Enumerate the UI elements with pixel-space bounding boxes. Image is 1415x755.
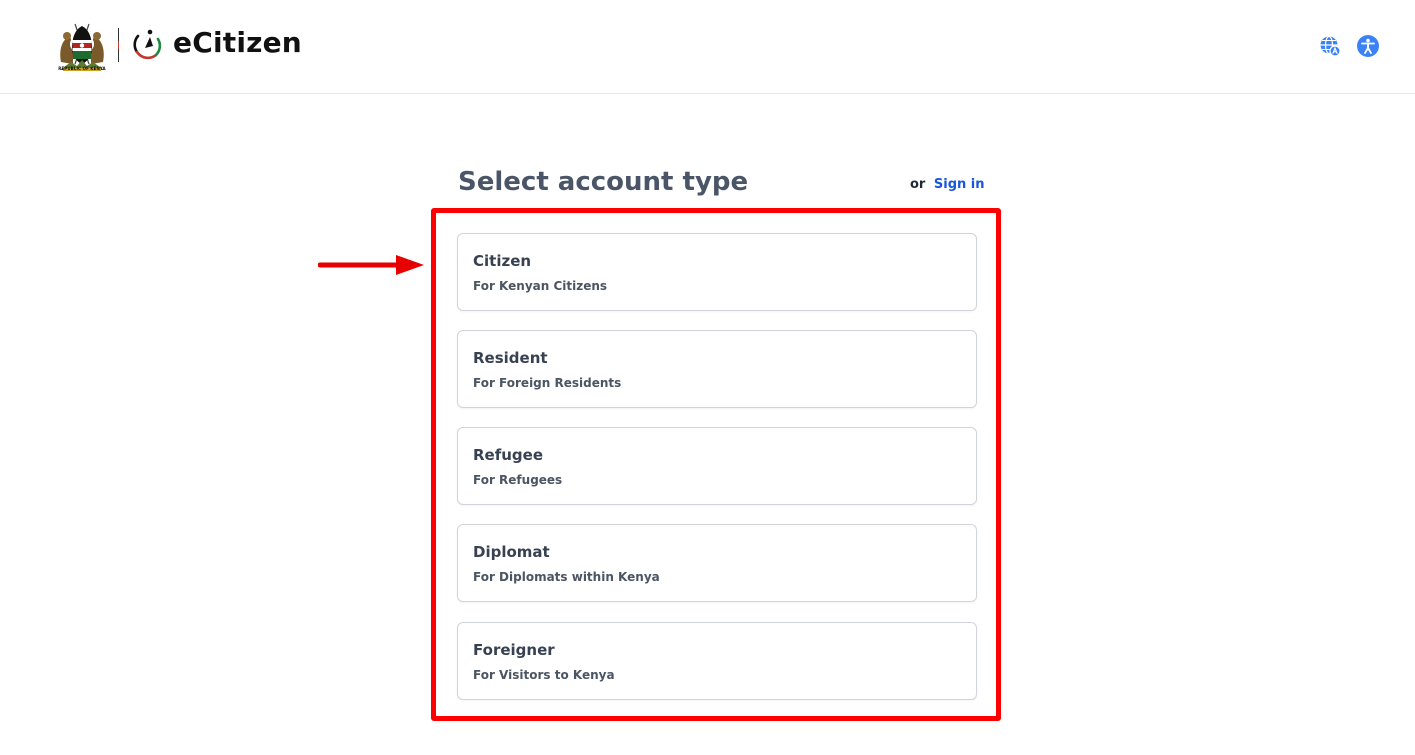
account-type-label: Resident — [473, 349, 548, 367]
account-type-label: Citizen — [473, 252, 532, 270]
account-type-description: For Refugees — [473, 473, 563, 487]
site-header: REPUBLIC OF KENYA eCitizen — [0, 0, 1415, 94]
page: REPUBLIC OF KENYA eCitizen Select accoun… — [0, 0, 1415, 755]
ecitizen-logo-icon — [133, 29, 162, 60]
arrow-right-icon — [318, 255, 424, 275]
account-type-description: For Visitors to Kenya — [473, 668, 615, 682]
signin-row: or Sign in — [910, 176, 985, 194]
account-type-label: Diplomat — [473, 543, 550, 561]
account-type-description: For Kenyan Citizens — [473, 279, 608, 293]
account-type-description: For Foreign Residents — [473, 376, 622, 390]
coat-of-arms-caption: REPUBLIC OF KENYA — [58, 66, 106, 71]
account-type-citizen[interactable]: Citizen For Kenyan Citizens — [457, 233, 977, 311]
account-type-foreigner[interactable]: Foreigner For Visitors to Kenya — [457, 622, 977, 700]
account-type-description: For Diplomats within Kenya — [473, 570, 660, 584]
header-divider-accent — [118, 41, 119, 49]
page-title: Select account type — [458, 167, 749, 197]
account-type-label: Foreigner — [473, 641, 555, 659]
accessibility-icon[interactable] — [1357, 35, 1379, 57]
account-type-diplomat[interactable]: Diplomat For Diplomats within Kenya — [457, 524, 977, 602]
signin-link[interactable]: Sign in — [934, 177, 985, 192]
language-globe-icon[interactable] — [1319, 35, 1341, 57]
account-type-label: Refugee — [473, 446, 544, 464]
account-type-resident[interactable]: Resident For Foreign Residents — [457, 330, 977, 408]
brand-name: eCitizen — [173, 26, 302, 59]
or-label: or — [910, 177, 926, 192]
account-type-refugee[interactable]: Refugee For Refugees — [457, 427, 977, 505]
